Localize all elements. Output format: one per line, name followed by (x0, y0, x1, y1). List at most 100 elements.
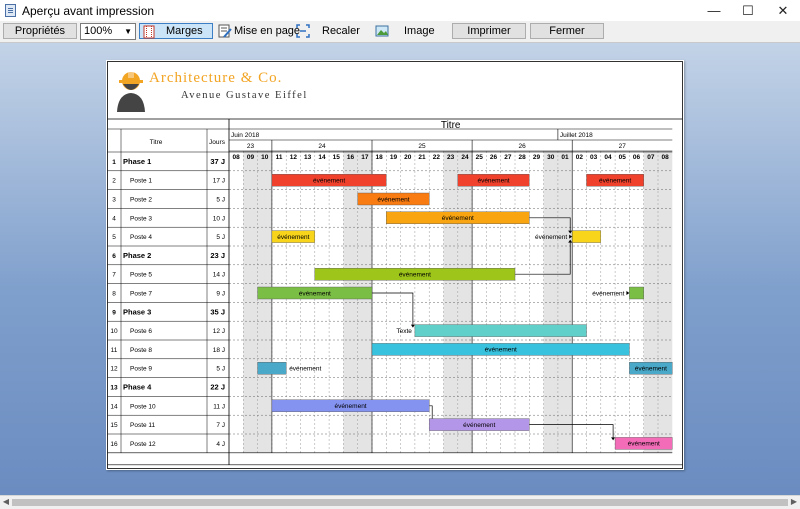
properties-button[interactable]: Propriétés (3, 23, 77, 39)
page-setup-button[interactable]: Mise en page (234, 25, 300, 37)
day-label: 25 (476, 154, 484, 161)
margins-label: Marges (166, 25, 203, 37)
fit-button[interactable]: Recaler (322, 25, 360, 37)
week-label: 26 (519, 143, 527, 150)
scroll-left-icon[interactable]: ◀ (0, 497, 12, 506)
close-window-button[interactable]: ✕ (766, 0, 800, 21)
window-title: Aperçu avant impression (22, 4, 155, 18)
margins-button[interactable]: Marges (139, 23, 213, 39)
task-duration: 12 J (213, 328, 225, 335)
task-bar-label: événement (592, 290, 624, 297)
day-label: 14 (318, 154, 326, 161)
day-label: 26 (490, 154, 498, 161)
task-name: Poste 7 (130, 291, 152, 298)
task-name: Poste 2 (130, 197, 152, 204)
day-label: 08 (662, 154, 670, 161)
weekend-shade (658, 151, 673, 453)
day-label: 01 (561, 154, 569, 161)
row-number: 15 (110, 422, 118, 429)
day-label: 06 (633, 154, 641, 161)
maximize-button[interactable]: ☐ (731, 0, 765, 21)
day-label: 04 (604, 154, 612, 161)
task-duration: 5 J (216, 234, 225, 241)
day-label: 12 (290, 154, 298, 161)
task-duration: 5 J (216, 197, 225, 204)
day-label: 17 (361, 154, 369, 161)
day-label: 29 (533, 154, 541, 161)
day-label: 09 (247, 154, 255, 161)
page-setup-icon[interactable] (218, 24, 232, 38)
dependency-link (429, 405, 433, 419)
task-duration: 37 J (210, 157, 225, 166)
scroll-thumb[interactable] (12, 499, 788, 506)
weekend-shade (443, 151, 458, 453)
row-number: 16 (110, 441, 118, 448)
task-duration: 11 J (213, 403, 225, 410)
task-name: Phase 4 (123, 383, 152, 392)
gantt-title: Titre (441, 120, 461, 131)
task-bar-label: événement (628, 441, 660, 448)
weekend-shade (557, 151, 573, 453)
row-number: 8 (112, 291, 116, 298)
row-number: 13 (110, 385, 118, 392)
task-name: Poste 6 (130, 328, 152, 335)
day-label: 08 (233, 154, 241, 161)
scroll-right-icon[interactable]: ▶ (788, 497, 800, 506)
minimize-button[interactable]: — (697, 0, 731, 21)
gantt-chart: TitreTitre JoursJuin 2018 Juillet 201823 24… (107, 118, 683, 466)
day-label: 10 (261, 154, 269, 161)
task-bar-label: événement (377, 196, 409, 203)
task-bar[interactable] (629, 286, 644, 300)
image-button[interactable]: Image (404, 25, 435, 37)
zoom-value: 100% (84, 25, 113, 37)
week-label: 27 (619, 143, 627, 150)
print-button[interactable]: Imprimer (452, 23, 526, 39)
task-bar-label: événement (599, 178, 631, 185)
day-label: 05 (619, 154, 627, 161)
day-label: 21 (418, 154, 426, 161)
title-bar: Aperçu avant impression — ☐ ✕ (0, 0, 800, 22)
task-bar-label: événement (477, 178, 509, 185)
margins-icon (143, 25, 155, 39)
task-name: Poste 12 (130, 441, 156, 448)
task-bar[interactable] (414, 324, 587, 337)
logo-icon (117, 71, 145, 112)
day-label: 24 (461, 154, 469, 161)
row-number: 12 (110, 366, 118, 373)
day-label: 15 (333, 154, 341, 161)
gantt-sheet: Architecture & Co. Avenue Gustave Eiffel… (107, 61, 683, 469)
fit-icon[interactable] (296, 24, 310, 38)
day-label: 27 (504, 154, 512, 161)
link-arrow (626, 291, 630, 295)
task-name: Poste 1 (130, 178, 152, 185)
row-number: 4 (112, 215, 116, 222)
horizontal-scrollbar[interactable]: ◀ ▶ (0, 495, 800, 509)
week-label: 25 (418, 143, 426, 150)
month-label: Juillet 2018 (560, 132, 593, 139)
task-bar[interactable] (572, 230, 602, 243)
row-number: 1 (112, 159, 116, 166)
task-bar-label: événement (277, 234, 309, 241)
task-name: Poste 11 (130, 422, 156, 429)
company-name: Architecture & Co. (149, 70, 282, 86)
link-arrow (611, 437, 616, 441)
zoom-select[interactable]: 100% ▼ (80, 23, 136, 40)
weekend-shade (457, 151, 473, 453)
task-duration: 7 J (216, 422, 225, 429)
day-label: 11 (276, 154, 283, 161)
company-address: Avenue Gustave Eiffel (181, 90, 308, 101)
task-bar[interactable] (257, 362, 287, 375)
task-bar-label: événement (635, 366, 667, 373)
image-icon[interactable] (375, 24, 389, 38)
day-label: 02 (576, 154, 584, 161)
row-number: 11 (111, 347, 118, 354)
task-bar-label: événement (485, 347, 517, 354)
day-label: 18 (376, 154, 384, 161)
task-bar-label: événement (299, 290, 331, 297)
day-label: 28 (519, 154, 527, 161)
close-preview-button[interactable]: Fermer (530, 23, 604, 39)
row-number: 3 (112, 197, 116, 204)
day-label: 23 (447, 154, 455, 161)
row-number: 5 (112, 234, 116, 241)
task-bar-label: événement (399, 272, 431, 279)
